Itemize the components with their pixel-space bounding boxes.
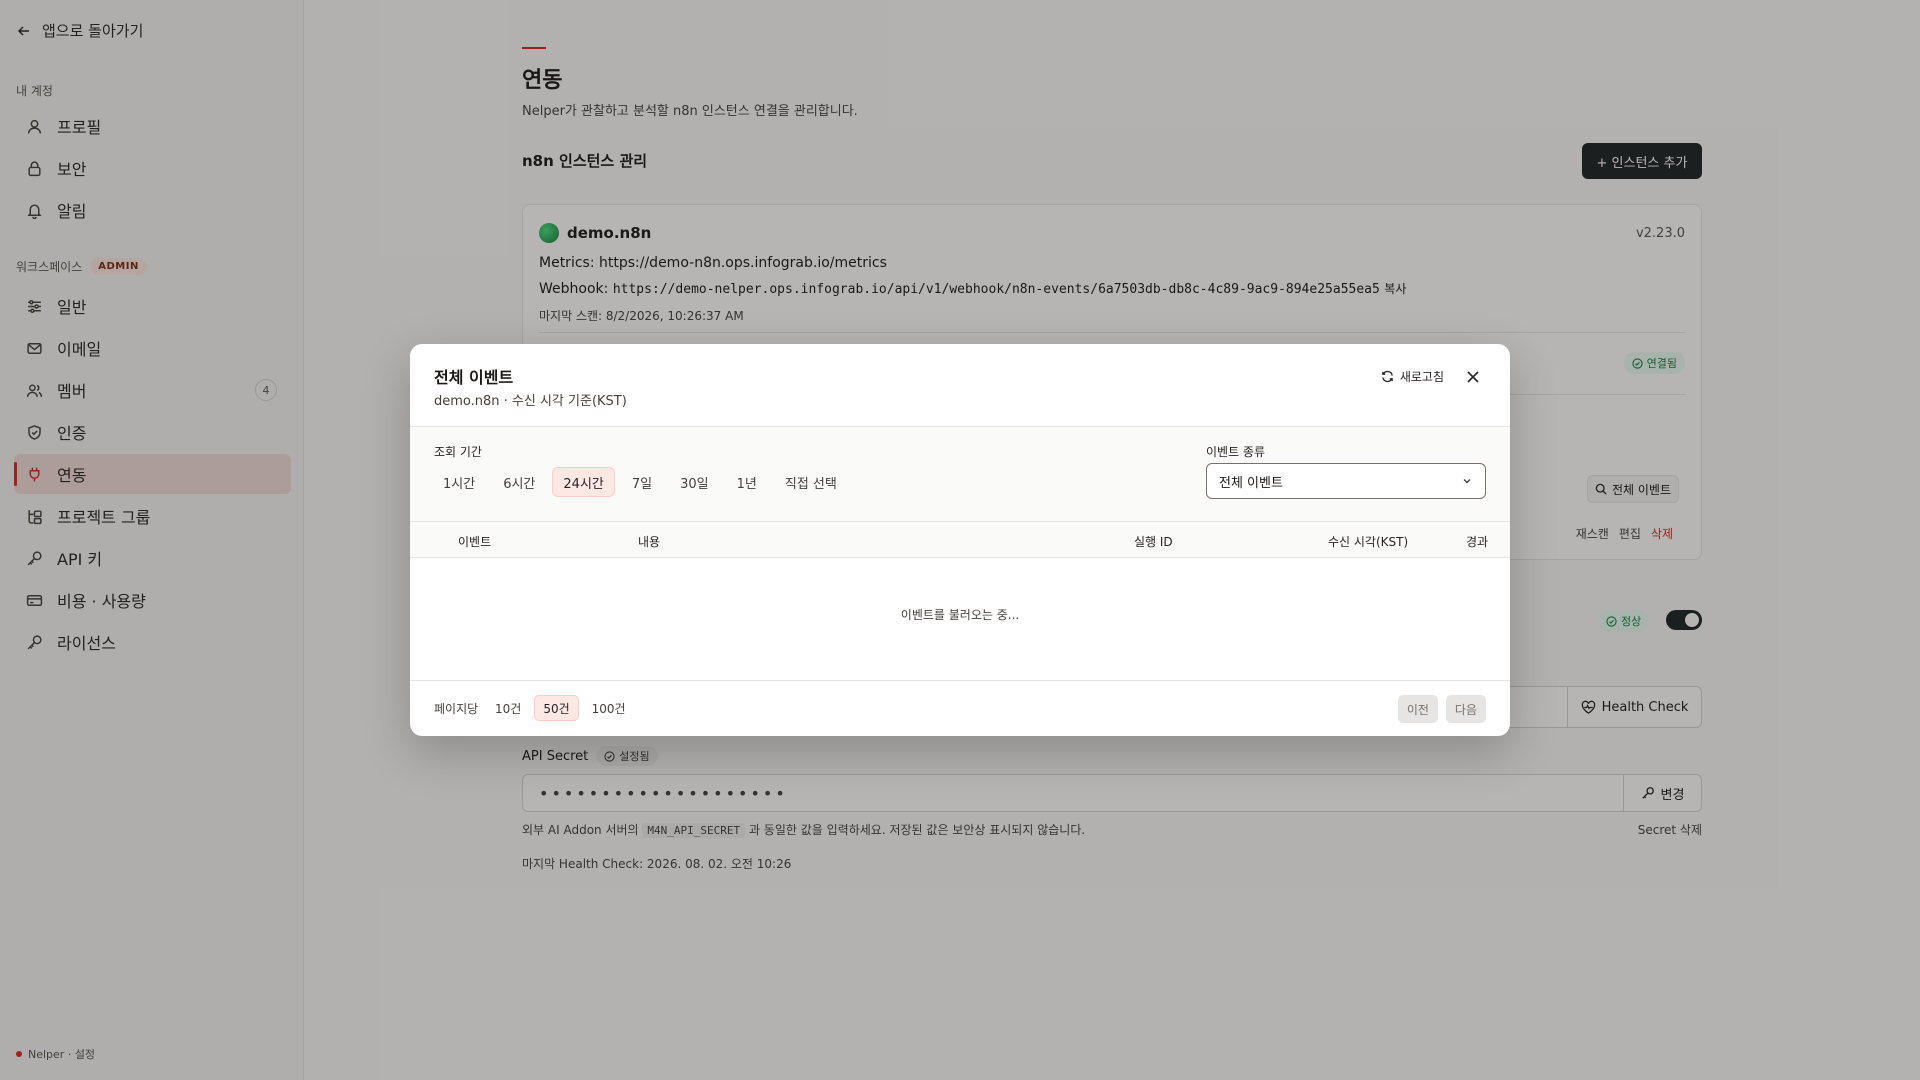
per-page-100[interactable]: 100건 <box>583 695 635 721</box>
per-page-selector: 10건 50건 100건 <box>486 695 635 721</box>
chevron-down-icon <box>1463 479 1471 484</box>
range-option-6h[interactable]: 6시간 <box>492 467 546 497</box>
column-execution-id: 실행 ID <box>1134 535 1173 549</box>
loading-message: 이벤트를 불러오는 중... <box>900 608 1020 622</box>
range-option-30d[interactable]: 30일 <box>669 467 720 497</box>
event-type-select[interactable]: 전체 이벤트 <box>1206 463 1486 499</box>
range-option-7d[interactable]: 7일 <box>621 467 663 497</box>
events-table-header: 이벤트 내용 실행 ID 수신 시각(KST) 경과 <box>410 522 1510 558</box>
per-page-10[interactable]: 10건 <box>486 695 530 721</box>
range-option-1h[interactable]: 1시간 <box>432 467 486 497</box>
event-type-value: 전체 이벤트 <box>1219 475 1283 491</box>
range-selector: 1시간 6시간 24시간 7일 30일 1년 직접 선택 <box>432 467 848 497</box>
column-received-at: 수신 시각(KST) <box>1328 535 1409 549</box>
per-page-50[interactable]: 50건 <box>534 695 579 721</box>
range-option-1y[interactable]: 1년 <box>726 467 768 497</box>
filter-bar: 조회 기간 1시간 6시간 24시간 7일 30일 1년 직접 선택 이벤트 종… <box>410 426 1510 522</box>
range-label: 조회 기간 <box>434 445 482 459</box>
refresh-button[interactable]: 새로고침 <box>1381 368 1444 385</box>
column-event: 이벤트 <box>458 535 492 549</box>
range-option-24h[interactable]: 24시간 <box>552 467 615 497</box>
all-events-modal: 전체 이벤트 demo.n8n · 수신 시각 기준(KST) 새로고침 조회 … <box>410 344 1510 736</box>
next-page-button[interactable]: 다음 <box>1445 695 1486 723</box>
range-option-custom[interactable]: 직접 선택 <box>774 467 848 497</box>
event-type-label: 이벤트 종류 <box>1206 445 1266 459</box>
prev-page-button[interactable]: 이전 <box>1397 695 1438 723</box>
refresh-icon <box>1382 370 1393 383</box>
column-content: 내용 <box>638 535 661 549</box>
modal-footer: 페이지당 10건 50건 100건 이전 다음 <box>410 680 1510 736</box>
modal-subtitle: demo.n8n · 수신 시각 기준(KST) <box>434 394 627 409</box>
per-page-label: 페이지당 <box>434 702 479 716</box>
close-icon[interactable] <box>1466 370 1480 384</box>
pagination: 이전 다음 <box>1397 695 1486 723</box>
column-elapsed: 경과 <box>1466 535 1489 549</box>
modal-title: 전체 이벤트 <box>434 368 514 387</box>
